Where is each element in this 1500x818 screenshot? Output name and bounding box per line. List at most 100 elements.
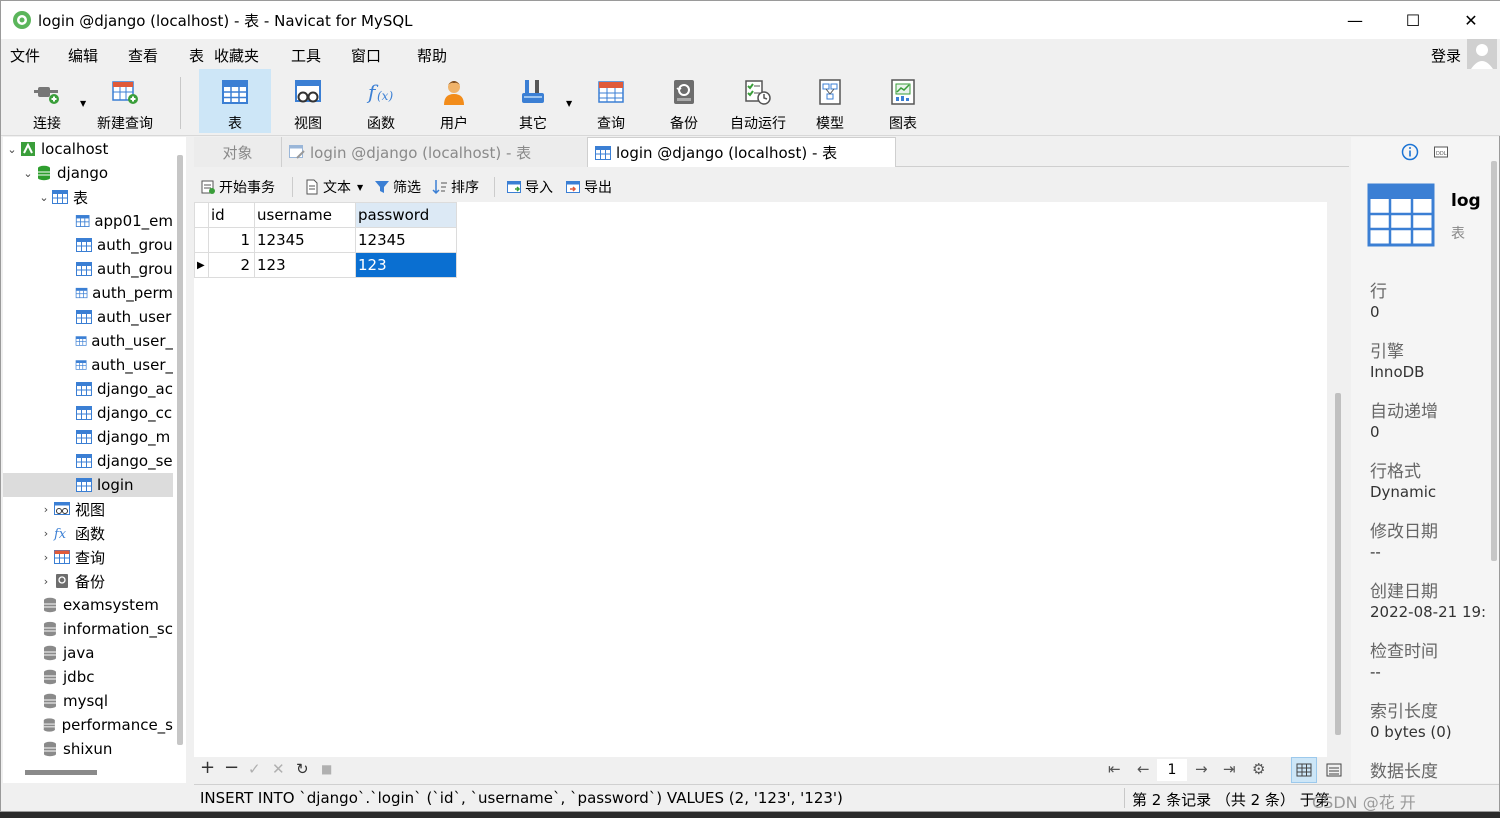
column-header-username[interactable]: username: [254, 202, 356, 228]
tree-table-item[interactable]: auth_grou: [3, 257, 173, 281]
stop-button[interactable]: ■: [321, 762, 332, 776]
tree-database-item[interactable]: mysql: [3, 689, 173, 713]
tree-database-item[interactable]: jdbc: [3, 665, 173, 689]
tree-group-backups[interactable]: › 备份: [39, 569, 186, 593]
begin-transaction-button[interactable]: 开始事务: [200, 177, 275, 197]
tree-table-item[interactable]: auth_user: [3, 305, 173, 329]
menu-window[interactable]: 窗口: [351, 45, 381, 66]
tree-database-item[interactable]: shixun: [3, 737, 173, 761]
tree-group-functions[interactable]: › fx 函数: [39, 521, 186, 545]
cell-id[interactable]: 2: [208, 252, 255, 278]
table-row[interactable]: ▶ 2 123 123: [194, 252, 457, 278]
tab-objects[interactable]: 对象: [194, 137, 282, 167]
minimize-button[interactable]: —: [1326, 1, 1384, 39]
column-header-password[interactable]: password: [355, 202, 457, 228]
tree-connection-localhost[interactable]: ⌄ localhost: [5, 137, 175, 161]
import-button[interactable]: 导入: [506, 177, 553, 197]
tree-table-item[interactable]: app01_em: [3, 209, 173, 233]
menu-view[interactable]: 查看: [128, 45, 158, 66]
info-panel-scrollbar[interactable]: [1491, 161, 1497, 561]
other-dropdown-icon[interactable]: ▼: [566, 99, 572, 108]
tree-database-item[interactable]: information_sc: [3, 617, 173, 641]
tree-scrollbar[interactable]: [177, 155, 183, 745]
avatar[interactable]: [1467, 39, 1497, 69]
login-button[interactable]: 登录: [1431, 45, 1461, 66]
connect-dropdown-icon[interactable]: ▼: [80, 99, 86, 108]
tree-group-queries[interactable]: › 查询: [39, 545, 186, 569]
menu-edit[interactable]: 编辑: [68, 45, 98, 66]
delete-record-button[interactable]: −: [224, 757, 239, 778]
refresh-button[interactable]: ↻: [296, 760, 309, 778]
toolbar-query-button[interactable]: 查询: [588, 69, 634, 133]
grid-scrollbar[interactable]: [1335, 393, 1341, 735]
tab-login-table-1[interactable]: login @django (localhost) - 表: [282, 137, 588, 167]
tree-table-item[interactable]: auth_perm: [3, 281, 173, 305]
toolbar-function-button[interactable]: f (x) 函数: [358, 69, 404, 133]
cell-id[interactable]: 1: [208, 227, 255, 253]
tree-database-django[interactable]: ⌄ django: [21, 161, 186, 185]
tree-table-item[interactable]: django_cc: [3, 401, 173, 425]
cell-password-selected[interactable]: 123: [355, 252, 457, 278]
toolbar-other-button[interactable]: 其它: [510, 69, 556, 133]
toolbar-auto-run-button[interactable]: 自动运行: [725, 69, 791, 133]
menu-favorites[interactable]: 收藏夹: [214, 45, 259, 66]
ddl-icon[interactable]: DDL: [1433, 144, 1449, 160]
prev-page-button[interactable]: ←: [1137, 760, 1150, 778]
chevron-right-icon[interactable]: ›: [39, 551, 53, 564]
toolbar-user-button[interactable]: 用户: [431, 69, 477, 133]
tree-horizontal-scrollbar[interactable]: [25, 770, 97, 775]
tree-table-item[interactable]: auth_user_: [3, 329, 173, 353]
tree-group-tables[interactable]: ⌄ 表: [37, 185, 186, 209]
menu-table[interactable]: 表: [189, 45, 204, 66]
grid-settings-button[interactable]: ⚙: [1252, 760, 1265, 778]
tree-database-item[interactable]: examsystem: [3, 593, 173, 617]
toolbar-connect-button[interactable]: 连接: [23, 69, 71, 133]
cell-password[interactable]: 12345: [355, 227, 457, 253]
text-view-button[interactable]: 文本 ▼: [304, 177, 363, 197]
toolbar-backup-button[interactable]: 备份: [661, 69, 707, 133]
grid-view-button[interactable]: [1291, 757, 1317, 783]
export-button[interactable]: 导出: [565, 177, 612, 197]
chevron-right-icon[interactable]: ›: [39, 503, 53, 516]
page-number-input[interactable]: 1: [1157, 759, 1187, 781]
toolbar-new-query-button[interactable]: 新建查询: [93, 69, 157, 133]
cell-username[interactable]: 12345: [254, 227, 356, 253]
toolbar-table-button[interactable]: 表: [199, 69, 271, 133]
toolbar-chart-button[interactable]: 图表: [880, 69, 926, 133]
tree-database-item[interactable]: performance_s: [3, 713, 173, 737]
next-page-button[interactable]: →: [1195, 760, 1208, 778]
text-dropdown-icon[interactable]: ▼: [357, 183, 363, 192]
chevron-right-icon[interactable]: ›: [39, 575, 53, 588]
tree-database-item[interactable]: java: [3, 641, 173, 665]
apply-changes-button[interactable]: ✓: [248, 760, 261, 778]
close-button[interactable]: ✕: [1442, 1, 1500, 39]
tree-table-item[interactable]: auth_user_: [3, 353, 173, 377]
menu-file[interactable]: 文件: [10, 45, 40, 66]
discard-changes-button[interactable]: ✕: [272, 760, 285, 778]
chevron-down-icon[interactable]: ⌄: [21, 167, 35, 180]
first-page-button[interactable]: ⇤: [1108, 760, 1121, 778]
menu-help[interactable]: 帮助: [417, 45, 447, 66]
column-header-id[interactable]: id: [208, 202, 255, 228]
cell-username[interactable]: 123: [254, 252, 356, 278]
tree-table-item[interactable]: login: [3, 473, 173, 497]
tree-group-views[interactable]: › 视图: [39, 497, 186, 521]
menu-tools[interactable]: 工具: [291, 45, 321, 66]
tree-table-item[interactable]: django_m: [3, 425, 173, 449]
maximize-button[interactable]: ☐: [1384, 1, 1442, 39]
chevron-right-icon[interactable]: ›: [39, 527, 53, 540]
toolbar-view-button[interactable]: 视图: [285, 69, 331, 133]
chevron-down-icon[interactable]: ⌄: [37, 191, 51, 204]
sort-button[interactable]: 排序: [432, 177, 479, 197]
info-icon[interactable]: [1401, 143, 1419, 161]
tab-login-table-2[interactable]: login @django (localhost) - 表: [588, 137, 896, 167]
table-row[interactable]: 1 12345 12345: [194, 227, 457, 253]
last-page-button[interactable]: ⇥: [1223, 760, 1236, 778]
row-header[interactable]: [194, 227, 209, 253]
tree-table-item[interactable]: auth_grou: [3, 233, 173, 257]
filter-button[interactable]: 筛选: [374, 177, 421, 197]
tree-table-item[interactable]: django_se: [3, 449, 173, 473]
tree-table-item[interactable]: django_ac: [3, 377, 173, 401]
toolbar-model-button[interactable]: 模型: [807, 69, 853, 133]
current-row-marker-icon[interactable]: ▶: [194, 252, 209, 278]
